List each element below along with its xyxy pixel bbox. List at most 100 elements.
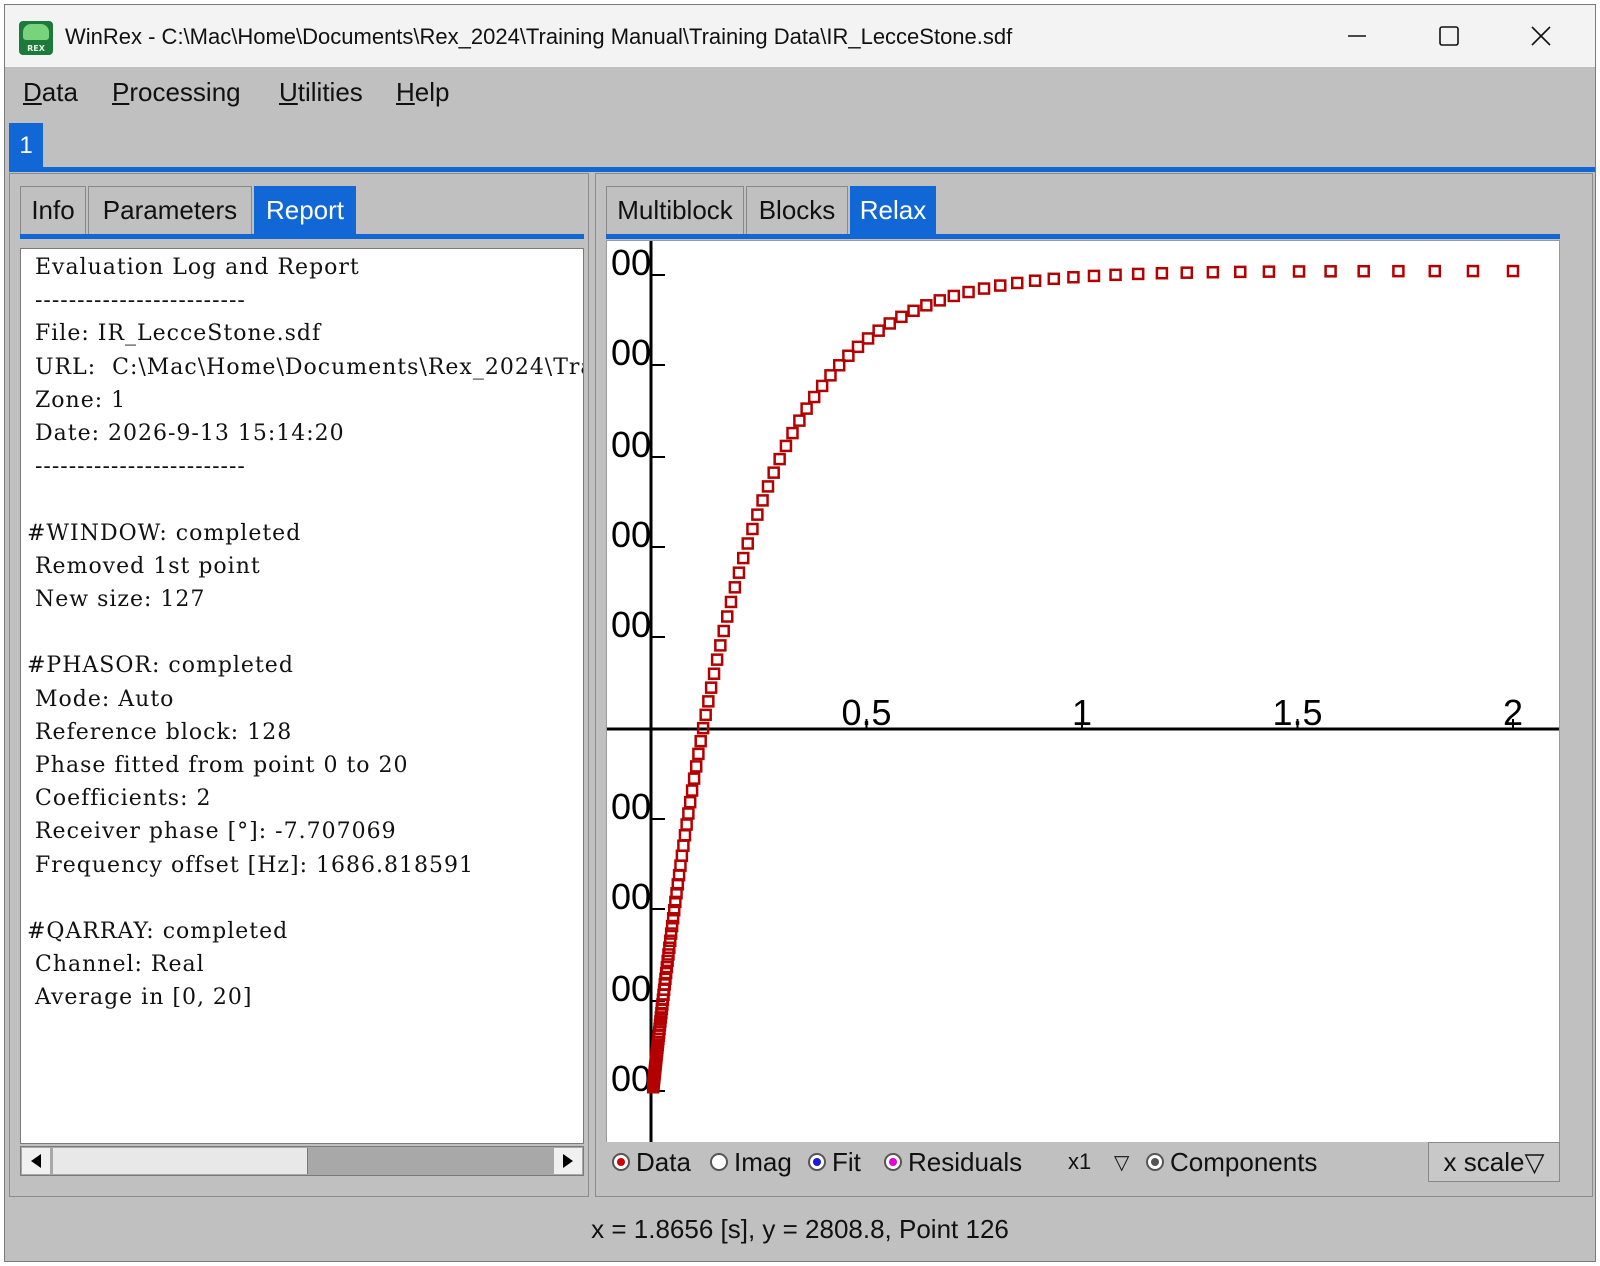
relaxation-chart[interactable]: 00 00 00 00 00 00 00 00 00 0.5 1 1.5 2 [607,241,1559,1145]
tab-info[interactable]: Info [20,186,86,234]
data-point [977,282,991,295]
legend-residuals[interactable]: Residuals [884,1144,1022,1180]
report-line: URL: C:\Mac\Home\Documents\Rex_2024\Trai… [34,354,583,380]
data-point [710,653,724,666]
tab-relax[interactable]: Relax [850,186,936,234]
fit-radio-icon [808,1153,826,1171]
y-tick-label: 00 [611,968,651,1009]
menu-bar: Data Processing Utilities Help [5,67,1595,115]
report-line: Zone: 1 [27,387,127,413]
maximize-button[interactable] [1403,5,1495,67]
report-line: Removed 1st point [27,553,261,579]
x-scale-dropdown[interactable]: x scale▽ [1428,1142,1560,1182]
data-point [883,317,896,330]
data-point [1506,264,1520,278]
minimize-icon [1348,35,1366,37]
data-point [736,551,750,565]
zone-tab-1[interactable]: 1 [9,123,43,169]
data-point [702,695,715,708]
residuals-radio-icon [884,1153,902,1171]
data-point [675,849,689,863]
report-line: Channel: Real [27,952,205,978]
menu-utilities[interactable]: Utilities [279,77,363,108]
multiplier-dropdown-icon[interactable]: ▽ [1114,1144,1129,1180]
data-point [947,289,961,303]
data-point [678,829,692,842]
right-tab-underline [606,234,1560,239]
legend-data[interactable]: Data [612,1144,691,1180]
minimize-button[interactable] [1311,5,1403,67]
legend-fit[interactable]: Fit [808,1144,861,1180]
scroll-left-button[interactable] [22,1148,50,1174]
report-line: ------------------------- [27,454,246,480]
report-horizontal-scrollbar[interactable] [20,1146,584,1176]
data-point [933,294,947,307]
scrollbar-thumb[interactable] [53,1148,308,1174]
left-pane: Info Parameters Report Evaluation Log an… [9,173,589,1197]
components-radio-icon [1146,1153,1164,1171]
data-point [1466,264,1480,278]
tab-report[interactable]: Report [254,186,356,234]
tab-multiblock[interactable]: Multiblock [606,186,744,234]
data-point [1011,276,1024,290]
data-point [741,537,754,550]
status-bar: x = 1.8656 [s], y = 2808.8, Point 126 [591,1213,1009,1244]
y-tick-label: 00 [611,332,651,373]
scroll-right-button[interactable] [554,1148,582,1174]
data-point [1428,264,1442,278]
data-point [714,639,727,652]
window-title: WinRex - C:\Mac\Home\Documents\Rex_2024\… [65,24,1013,49]
tab-blocks[interactable]: Blocks [746,186,848,234]
data-point [1262,265,1276,278]
data-point [1324,265,1337,278]
data-point [907,304,920,318]
report-line: Phase fitted from point 0 to 20 [27,753,409,778]
x-tick-label: 1.5 [1272,692,1322,733]
menu-help[interactable]: Help [396,77,449,108]
data-point [807,390,821,404]
title-bar[interactable]: REX WinRex - C:\Mac\Home\Documents\Rex_2… [5,5,1595,67]
report-line: Receiver phase [°]: -7.707069 [27,819,397,845]
y-tick-label: 00 [611,876,651,917]
data-point [699,708,712,722]
data-point [732,566,746,579]
y-tick-label: 00 [611,242,651,283]
menu-processing[interactable]: Processing [112,77,241,108]
data-point [1357,264,1370,278]
report-line: New size: 127 [27,587,206,612]
data-point [746,522,759,536]
x-tick-label: 1 [1072,692,1092,733]
report-text-area[interactable]: Evaluation Log and Report --------------… [20,248,584,1144]
maximize-icon [1439,26,1459,46]
data-point [683,795,697,809]
data-point [1131,267,1145,281]
y-tick-label: 00 [611,604,651,645]
data-point [677,839,690,852]
data-point [800,402,813,415]
data-point [707,667,721,680]
zone-tab-bar: 1 [5,115,1595,173]
data-point [687,772,701,785]
relaxation-plot[interactable]: 00 00 00 00 00 00 00 00 00 0.5 1 1.5 2 [606,240,1560,1146]
legend-components[interactable]: Components [1146,1144,1317,1180]
report-line: Evaluation Log and Report [27,255,360,280]
data-point [993,279,1007,292]
close-button[interactable] [1495,5,1587,67]
report-line: Frequency offset [Hz]: 1686.818591 [27,852,474,878]
report-line: #PHASOR: completed [27,653,294,679]
zone-tab-underline [9,167,1595,172]
report-line: Reference block: 128 [27,719,293,745]
plot-legend-bar: Data Imag Fit Residuals x1 ▽ Components … [606,1142,1560,1182]
y-tick-label: 00 [611,424,651,465]
legend-imag[interactable]: Imag [710,1144,792,1180]
data-point [1028,274,1042,287]
report-line: #WINDOW: completed [27,520,302,546]
data-point [815,379,829,393]
data-radio-icon [612,1153,630,1171]
data-point [824,369,837,382]
menu-data[interactable]: Data [23,77,78,108]
tab-parameters[interactable]: Parameters [88,186,252,234]
data-point [1292,265,1306,278]
report-line: #QARRAY: completed [27,919,289,944]
y-tick-label: 00 [611,514,651,555]
